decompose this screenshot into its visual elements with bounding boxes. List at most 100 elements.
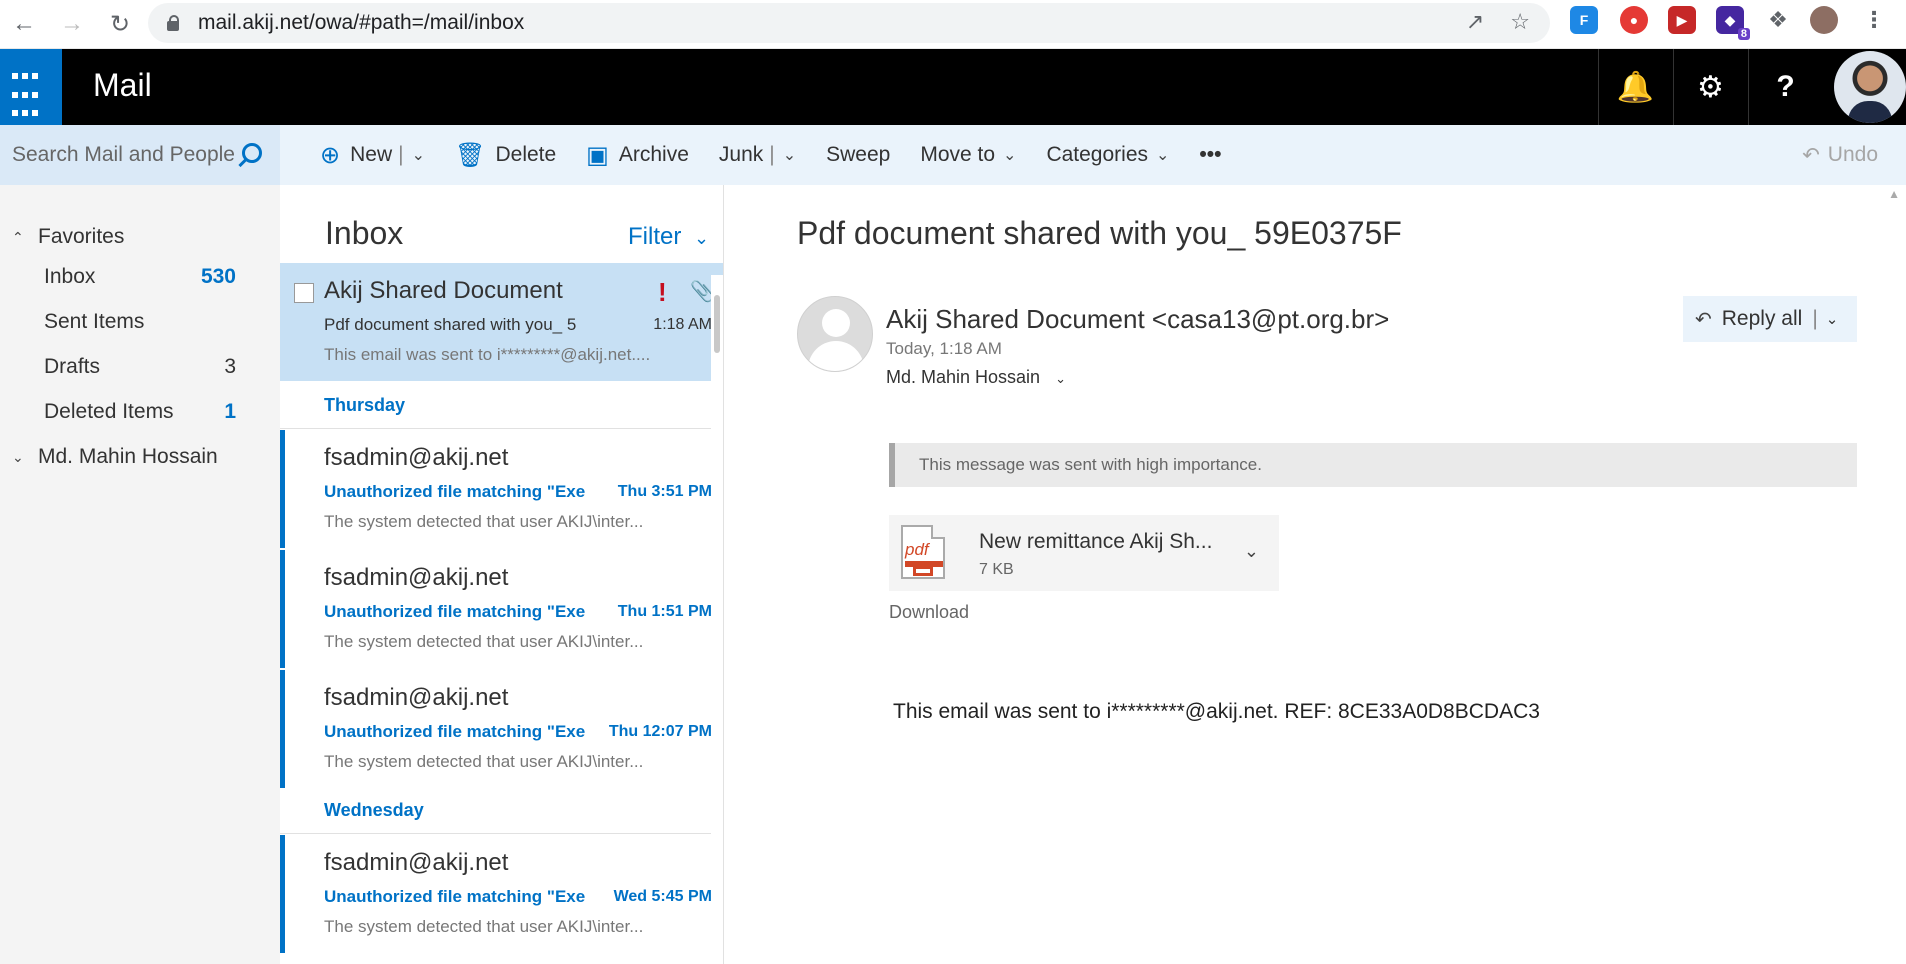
list-scrollbar[interactable]: [711, 275, 723, 964]
unread-count: 1: [224, 400, 236, 423]
account-header[interactable]: ⌄ Md. Mahin Hossain: [12, 445, 218, 469]
sender-name: fsadmin@akij.net: [324, 849, 509, 876]
recipient[interactable]: Md. Mahin Hossain ⌄: [886, 367, 1066, 388]
gear-icon[interactable]: ⚙: [1673, 49, 1747, 125]
sender-name: fsadmin@akij.net: [324, 444, 509, 471]
message-date: Today, 1:18 AM: [886, 339, 1002, 358]
chevron-down-icon: ⌄: [12, 448, 24, 465]
archive-icon: ▣: [586, 141, 609, 169]
extension-icon[interactable]: ●: [1620, 6, 1648, 34]
favorites-label: Favorites: [38, 225, 125, 248]
extension-icon[interactable]: ▶: [1668, 6, 1696, 34]
list-item[interactable]: fsadmin@akij.net Unauthorized file match…: [280, 430, 723, 548]
received-time: Thu 1:51 PM: [617, 603, 712, 620]
app-launcher-icon[interactable]: [0, 49, 62, 125]
download-link[interactable]: Download: [889, 602, 969, 623]
filter-button[interactable]: Filter ⌄: [628, 223, 709, 251]
sender-address[interactable]: Akij Shared Document <casa13@pt.org.br>: [886, 304, 1389, 335]
unread-indicator: [280, 835, 285, 953]
folder-label: Deleted Items: [44, 400, 174, 423]
favorites-header[interactable]: ⌃ Favorites: [12, 225, 124, 249]
junk-button[interactable]: Junk | ⌄: [704, 125, 811, 185]
archive-button[interactable]: ▣ Archive: [571, 125, 704, 185]
draft-count: 3: [224, 355, 236, 378]
date-group-header: Wednesday: [324, 800, 424, 820]
search-placeholder: Search Mail and People: [12, 143, 235, 166]
move-to-label: Move to: [920, 143, 996, 166]
chevron-up-icon: ⌃: [12, 228, 24, 245]
undo-label: Undo: [1827, 143, 1878, 166]
preview-text: The system detected that user AKIJ\inter…: [324, 752, 644, 771]
message-list: Inbox Filter ⌄ Akij Shared Document ! 📎 …: [280, 185, 724, 964]
attachment-card[interactable]: pdf New remittance Akij Sh... 7 KB ⌄: [889, 515, 1279, 591]
sender-name: fsadmin@akij.net: [324, 684, 509, 711]
extension-icon[interactable]: ◆ 8: [1716, 6, 1750, 40]
expand-icon[interactable]: ⌄: [1055, 371, 1066, 386]
sweep-button[interactable]: Sweep: [811, 125, 905, 185]
list-item[interactable]: fsadmin@akij.net Unauthorized file match…: [280, 550, 723, 668]
list-item-selected[interactable]: Akij Shared Document ! 📎 Pdf document sh…: [280, 263, 723, 381]
share-icon[interactable]: ↗: [1466, 9, 1484, 35]
chevron-down-icon[interactable]: ⌄: [783, 145, 796, 165]
extension-icon[interactable]: F: [1570, 6, 1598, 34]
sender-avatar: [797, 296, 873, 372]
new-button[interactable]: ⊕ New | ⌄: [280, 125, 440, 185]
high-importance-icon: !: [658, 277, 667, 307]
forward-icon[interactable]: →: [48, 3, 96, 45]
lock-icon: [166, 14, 180, 32]
select-checkbox[interactable]: [294, 283, 314, 303]
more-icon: •••: [1199, 143, 1222, 166]
preview-text: The system detected that user AKIJ\inter…: [324, 632, 644, 651]
list-item[interactable]: fsadmin@akij.net Unauthorized file match…: [280, 670, 723, 788]
attachment-size: 7 KB: [979, 561, 1014, 578]
chevron-down-icon[interactable]: ⌄: [412, 145, 425, 165]
address-bar[interactable]: mail.akij.net/owa/#path=/mail/inbox ↗ ☆: [148, 3, 1550, 43]
menu-dots-icon[interactable]: ⋮: [1860, 6, 1888, 34]
sender-name: fsadmin@akij.net: [324, 564, 509, 591]
categories-button[interactable]: Categories ⌄: [1031, 125, 1184, 185]
list-item[interactable]: fsadmin@akij.net Unauthorized file match…: [280, 835, 723, 953]
search-input[interactable]: Search Mail and People: [0, 125, 280, 185]
reload-icon[interactable]: ↻: [96, 3, 144, 45]
user-avatar[interactable]: [1834, 51, 1906, 123]
attachment-name: New remittance Akij Sh...: [979, 530, 1213, 553]
folder-drafts[interactable]: Drafts 3: [44, 355, 236, 379]
pdf-icon: pdf: [901, 525, 945, 579]
received-time: 1:18 AM: [653, 316, 712, 333]
preview-text: The system detected that user AKIJ\inter…: [324, 512, 644, 531]
puzzle-icon[interactable]: ❖: [1764, 6, 1792, 34]
chevron-down-icon: ⌄: [694, 228, 710, 248]
unread-indicator: [280, 670, 285, 788]
chevron-down-icon[interactable]: ⌄: [1244, 541, 1259, 562]
message-body: This email was sent to i*********@akij.n…: [893, 700, 1540, 723]
folder-sent-items[interactable]: Sent Items: [44, 310, 236, 334]
app-title: Mail: [93, 67, 152, 103]
reply-all-icon: ↶: [1695, 308, 1712, 331]
trash-icon: 🗑: [455, 141, 486, 169]
move-to-button[interactable]: Move to ⌄: [905, 125, 1031, 185]
preview-text: The system detected that user AKIJ\inter…: [324, 917, 644, 936]
scroll-thumb[interactable]: [714, 295, 720, 353]
folder-deleted-items[interactable]: Deleted Items 1: [44, 400, 236, 424]
search-icon[interactable]: [242, 143, 262, 163]
delete-label: Delete: [495, 143, 557, 166]
profile-avatar-icon[interactable]: [1810, 6, 1838, 34]
preview-text: This email was sent to i*********@akij.n…: [324, 345, 651, 364]
delete-button[interactable]: 🗑 Delete: [440, 125, 571, 185]
scroll-up-icon[interactable]: ▲: [1888, 187, 1900, 201]
chevron-down-icon[interactable]: ⌄: [1826, 310, 1839, 328]
reply-all-button[interactable]: ↶ Reply all | ⌄: [1683, 296, 1857, 342]
message-subject: Pdf document shared with you_ 59E0375F: [797, 215, 1402, 251]
more-actions-button[interactable]: •••: [1184, 125, 1236, 185]
help-icon[interactable]: ?: [1748, 49, 1822, 125]
unread-indicator: [280, 430, 285, 548]
received-time: Thu 12:07 PM: [608, 723, 712, 740]
undo-button[interactable]: ↶ Undo: [1802, 125, 1878, 185]
importance-text: This message was sent with high importan…: [919, 455, 1262, 474]
bookmark-star-icon[interactable]: ☆: [1510, 9, 1530, 35]
date-group-header: Thursday: [324, 395, 406, 415]
chevron-down-icon: ⌄: [1156, 147, 1170, 164]
bell-icon[interactable]: 🔔: [1598, 49, 1672, 125]
folder-inbox[interactable]: Inbox 530: [44, 265, 236, 289]
back-icon[interactable]: ←: [0, 3, 48, 45]
